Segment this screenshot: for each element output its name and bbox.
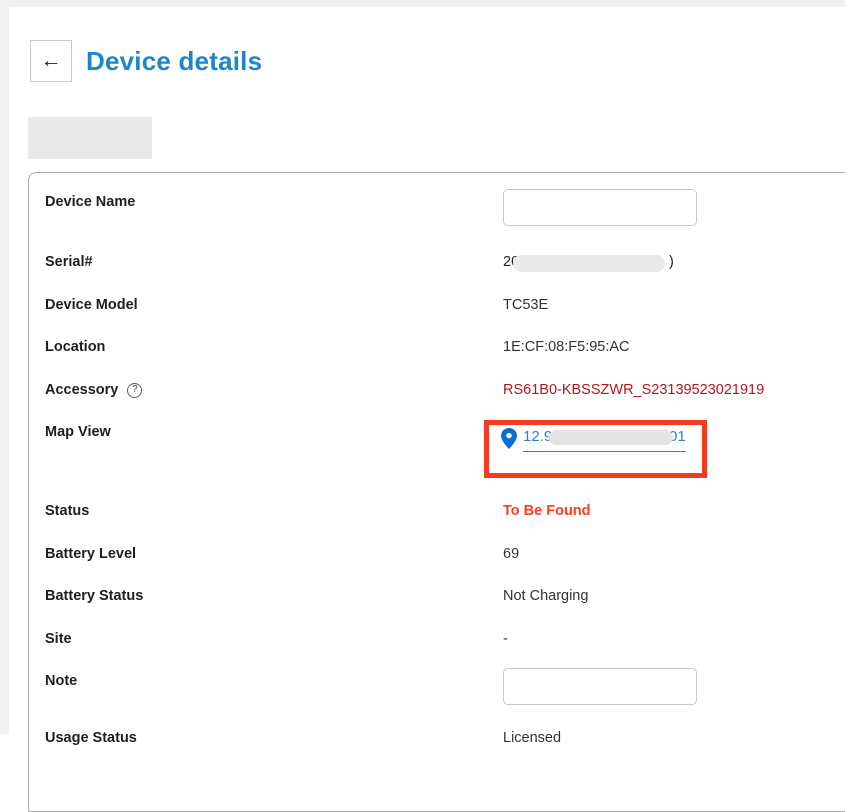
location-label: Location bbox=[45, 337, 105, 357]
battery-status-label: Battery Status bbox=[45, 586, 143, 606]
status-label: Status bbox=[45, 501, 89, 521]
note-input[interactable] bbox=[503, 668, 697, 705]
device-model-label: Device Model bbox=[45, 295, 138, 315]
window-edge-top bbox=[0, 0, 845, 7]
location-value: 1E:CF:08:F5:95:AC bbox=[503, 337, 630, 357]
actions-toolbar: Actions bbox=[28, 117, 152, 159]
battery-level-label: Battery Level bbox=[45, 544, 136, 564]
accessory-label: Accessory ? bbox=[45, 380, 142, 400]
window-edge-left bbox=[0, 0, 9, 734]
location-pin-icon bbox=[501, 428, 517, 449]
battery-status-value: Not Charging bbox=[503, 586, 588, 606]
serial-redacted-value: 20242525B0026 ) bbox=[503, 252, 609, 272]
device-name-input[interactable] bbox=[503, 189, 697, 226]
serial-value: 20242525B0026 ) bbox=[503, 252, 609, 272]
map-view-link-block: 12.9004631,77.5606001 bbox=[501, 427, 686, 452]
map-coordinates-link[interactable]: 12.9004631,77.5606001 bbox=[523, 427, 686, 452]
usage-status-label: Usage Status bbox=[45, 728, 137, 748]
redaction-overlay bbox=[513, 255, 665, 272]
site-value: - bbox=[503, 629, 508, 649]
status-badge: To Be Found bbox=[503, 501, 591, 521]
back-arrow-icon: ← bbox=[41, 49, 62, 73]
battery-level-value: 69 bbox=[503, 544, 519, 564]
site-label: Site bbox=[45, 629, 72, 649]
redaction-overlay bbox=[549, 430, 673, 445]
usage-status-value: Licensed bbox=[503, 728, 561, 748]
map-view-label: Map View bbox=[45, 422, 111, 442]
page-title: Device details bbox=[86, 46, 262, 77]
accessory-value: RS61B0-KBSSZWR_S23139523021919 bbox=[503, 380, 764, 400]
device-name-label: Device Name bbox=[45, 192, 135, 212]
help-icon[interactable]: ? bbox=[127, 383, 142, 398]
device-details-panel: Device Name Serial# 20242525B0026 ) Devi… bbox=[28, 172, 845, 812]
serial-label: Serial# bbox=[45, 252, 93, 272]
note-label: Note bbox=[45, 671, 77, 691]
back-button[interactable]: ← bbox=[30, 40, 72, 82]
device-model-value: TC53E bbox=[503, 295, 548, 315]
